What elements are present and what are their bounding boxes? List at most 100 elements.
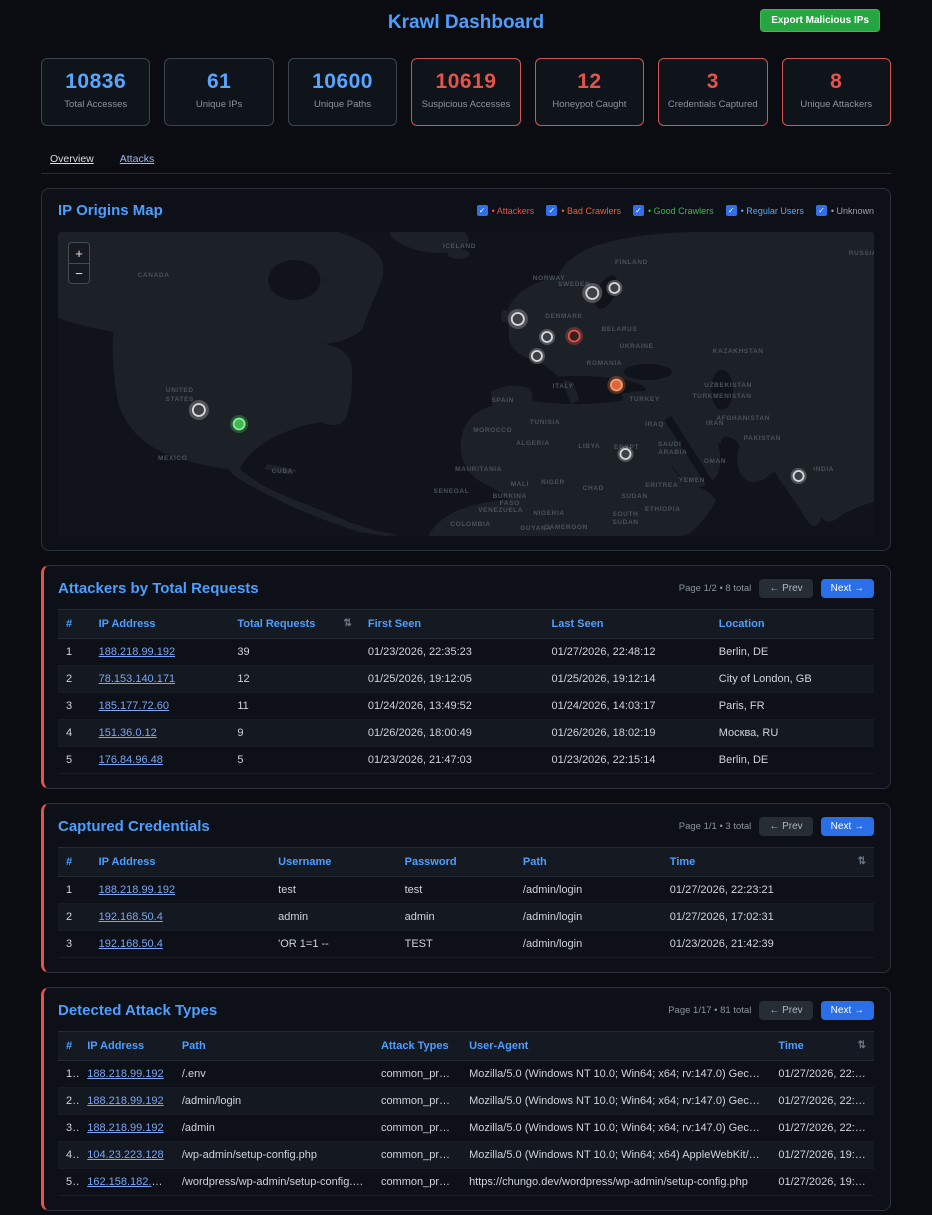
ip-link[interactable]: 188.218.99.192	[87, 1068, 163, 1080]
table-header-row: #IP AddressTotal Requests⇅First SeenLast…	[58, 610, 874, 639]
map-marker-cluster-small[interactable]	[617, 446, 633, 462]
map-marker-cluster-small[interactable]	[606, 280, 622, 296]
cell-total-requests: 39	[229, 639, 360, 666]
tab-attacks[interactable]: Attacks	[120, 153, 154, 165]
legend-checkbox[interactable]: ✓	[546, 205, 557, 216]
legend-checkbox[interactable]: ✓	[726, 205, 737, 216]
legend-item-bad-crawlers: ✓ • Bad Crawlers	[546, 205, 621, 216]
next-button[interactable]: Next →	[821, 579, 874, 598]
cell-path: /admin/login	[515, 877, 662, 904]
cell-path: /admin	[174, 1115, 373, 1142]
captured-credentials-panel: Captured Credentials Page 1/1 • 3 total …	[41, 803, 891, 973]
legend-checkbox[interactable]: ✓	[477, 205, 488, 216]
map-country-label: KAZAKHSTAN	[713, 348, 764, 355]
map-marker-good-crawler[interactable]	[230, 415, 248, 433]
attackers-title: Attackers by Total Requests	[58, 580, 259, 597]
column-header--: #	[58, 1032, 79, 1061]
ip-link[interactable]: 176.84.96.48	[99, 754, 163, 766]
ip-link[interactable]: 151.36.0.12	[99, 727, 157, 739]
stat-value: 8	[783, 70, 890, 94]
zoom-out-button[interactable]: −	[69, 263, 89, 283]
map-marker-cluster-small[interactable]	[539, 329, 555, 345]
legend-label: • Bad Crawlers	[561, 206, 621, 216]
ip-link[interactable]: 188.218.99.192	[87, 1122, 163, 1134]
map-marker-attacker[interactable]	[565, 327, 583, 345]
credentials-pager: Page 1/1 • 3 total ← Prev Next →	[679, 817, 874, 836]
ip-link[interactable]: 192.168.50.4	[99, 938, 163, 950]
next-button[interactable]: Next →	[821, 817, 874, 836]
cell-time: 01/27/2026, 22:23:21	[770, 1088, 874, 1115]
cell-ip-address: 188.218.99.192	[91, 639, 230, 666]
column-header-total-requests[interactable]: Total Requests⇅	[229, 610, 360, 639]
prev-button[interactable]: ← Prev	[759, 1001, 812, 1020]
cell-location: Berlin, DE	[711, 639, 874, 666]
ip-link[interactable]: 162.158.182.104	[87, 1176, 170, 1188]
ip-link[interactable]: 185.177.72.60	[99, 700, 169, 712]
column-header-time[interactable]: Time⇅	[770, 1032, 874, 1061]
map-marker-bad-crawler[interactable]	[607, 376, 625, 394]
column-header-time[interactable]: Time⇅	[662, 848, 874, 877]
attacks-panel-head: Detected Attack Types Page 1/17 • 81 tot…	[58, 1001, 874, 1020]
zoom-in-button[interactable]: +	[69, 243, 89, 263]
map-country-label: SUDAN	[621, 493, 647, 500]
ip-link[interactable]: 188.218.99.192	[99, 646, 175, 658]
map-country-label: MALI	[511, 481, 529, 488]
world-map[interactable]: ICELANDCANADARUSSIANORWAYSWEDENFINLANDDE…	[58, 232, 874, 536]
map-marker-cluster[interactable]	[189, 400, 209, 420]
sort-icon[interactable]: ⇅	[858, 856, 866, 867]
map-marker-cluster[interactable]	[508, 309, 528, 329]
sort-icon[interactable]: ⇅	[858, 1040, 866, 1051]
map-panel-head: IP Origins Map ✓• Attackers✓• Bad Crawle…	[58, 202, 874, 219]
map-country-label: MAURITANIA	[455, 466, 502, 473]
ip-link[interactable]: 188.218.99.192	[99, 884, 175, 896]
ip-link[interactable]: 188.218.99.192	[87, 1095, 163, 1107]
header: Krawl Dashboard Export Malicious IPs	[41, 0, 891, 46]
map-country-label: ERITREA	[645, 482, 678, 489]
export-malicious-ips-button[interactable]: Export Malicious IPs	[760, 9, 880, 32]
tab-overview[interactable]: Overview	[50, 153, 94, 165]
ip-link[interactable]: 104.23.223.128	[87, 1149, 163, 1161]
credentials-table: #IP AddressUsernamePasswordPathTime⇅1188…	[58, 847, 874, 958]
map-country-label: UZBEKISTAN	[704, 382, 752, 389]
stat-value: 10600	[289, 70, 396, 94]
map-marker-cluster-small[interactable]	[790, 468, 806, 484]
table-header-row: #IP AddressUsernamePasswordPathTime⇅	[58, 848, 874, 877]
sort-icon[interactable]: ⇅	[344, 618, 352, 629]
cell-ip-address: 162.158.182.104	[79, 1169, 174, 1196]
map-country-label: SAUDI	[658, 441, 681, 448]
cell-first-seen: 01/23/2026, 22:35:23	[360, 639, 544, 666]
cell-time: 01/27/2026, 19:35:33	[770, 1169, 874, 1196]
map-country-label: CANADA	[138, 272, 170, 279]
ip-link[interactable]: 192.168.50.4	[99, 911, 163, 923]
map-country-label: STATES	[166, 396, 194, 403]
prev-button[interactable]: ← Prev	[759, 817, 812, 836]
cell-path: /admin/login	[515, 931, 662, 958]
attacks-title: Detected Attack Types	[58, 1002, 217, 1019]
table-row: 1188.218.99.192/.envcommon_probesMozilla…	[58, 1061, 874, 1088]
stat-value: 10836	[42, 70, 149, 94]
cell-attack-types: common_probes	[373, 1115, 461, 1142]
map-country-label: GUYANA	[520, 525, 551, 532]
legend-checkbox[interactable]: ✓	[633, 205, 644, 216]
prev-button[interactable]: ← Prev	[759, 579, 812, 598]
map-country-label: IRAQ	[645, 421, 664, 428]
cell-time: 01/27/2026, 22:22:54	[770, 1115, 874, 1142]
map-marker-cluster-small[interactable]	[529, 348, 545, 364]
next-button[interactable]: Next →	[821, 1001, 874, 1020]
map-country-label: ITALY	[553, 383, 574, 390]
ip-link[interactable]: 78.153.140.171	[99, 673, 175, 685]
cell-ip-address: 78.153.140.171	[91, 666, 230, 693]
map-country-label: TURKMENISTAN	[693, 393, 752, 400]
cell-location: Berlin, DE	[711, 747, 874, 774]
cell-path: /admin/login	[515, 904, 662, 931]
cell-ip-address: 176.84.96.48	[91, 747, 230, 774]
ip-origins-map-panel: IP Origins Map ✓• Attackers✓• Bad Crawle…	[41, 188, 891, 551]
map-marker-cluster[interactable]	[582, 283, 602, 303]
cell-time: 01/27/2026, 17:02:31	[662, 904, 874, 931]
legend-checkbox[interactable]: ✓	[816, 205, 827, 216]
cell-last-seen: 01/24/2026, 14:03:17	[543, 693, 710, 720]
cell-first-seen: 01/24/2026, 13:49:52	[360, 693, 544, 720]
map-country-label: ARABIA	[658, 449, 687, 456]
map-country-label: SPAIN	[491, 397, 514, 404]
map-country-label: UNITED	[166, 387, 194, 394]
